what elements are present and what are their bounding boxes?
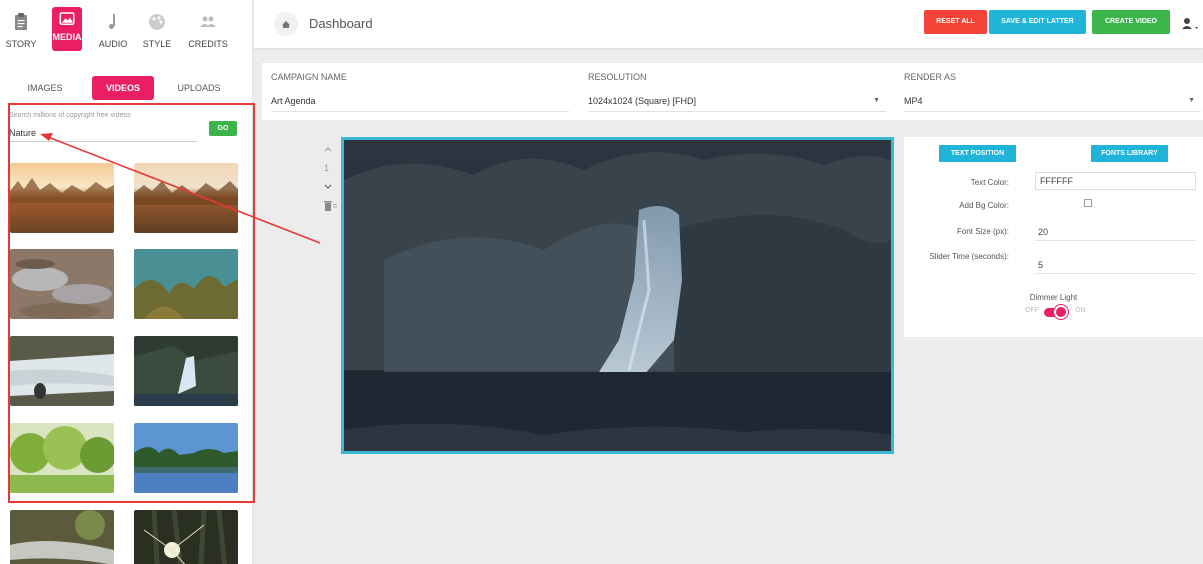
nav-item-style[interactable]: STYLE — [132, 10, 182, 49]
nav-item-credits[interactable]: CREDITS — [183, 10, 233, 49]
clipboard-icon — [15, 13, 27, 30]
reset-all-button[interactable]: RESET ALL — [924, 10, 987, 34]
move-down-button[interactable] — [323, 182, 333, 195]
video-thumbnail[interactable] — [10, 423, 114, 493]
trash-icon — [324, 201, 337, 211]
text-settings-panel: TEXT POSITION FONTS LIBRARY Text Color: … — [904, 137, 1203, 337]
video-thumbnail[interactable] — [10, 249, 114, 319]
search-hint: Search millions of copyright free videos — [9, 112, 131, 119]
music-note-icon — [109, 14, 115, 29]
video-thumbnail[interactable] — [10, 510, 114, 564]
media-tabs: IMAGES VIDEOS UPLOADS — [0, 76, 252, 100]
nav-label-story: STORY — [5, 39, 37, 49]
nav-item-story[interactable]: STORY — [0, 10, 46, 49]
video-thumbnail[interactable] — [10, 163, 114, 233]
fonts-library-button[interactable]: FONTS LIBRARY — [1091, 145, 1168, 162]
page-title: Dashboard — [309, 16, 373, 31]
toggle-knob — [1054, 305, 1068, 319]
home-icon — [282, 21, 290, 28]
video-preview[interactable] — [341, 137, 894, 454]
text-color-label: Text Color: — [970, 178, 1009, 187]
font-size-label: Font Size (px): — [956, 227, 1009, 236]
save-edit-later-button[interactable]: SAVE & EDIT LATTER — [989, 10, 1086, 34]
nav-label-credits: CREDITS — [188, 39, 228, 49]
render-as-select[interactable]: MP4 ▼ — [904, 96, 1201, 112]
video-thumbnail[interactable] — [10, 336, 114, 406]
nav-label-style: STYLE — [142, 39, 172, 49]
video-thumbnail[interactable] — [134, 510, 238, 564]
sidebar: STORY MEDIA AUDIO STYLE CREDITS IMAGES V… — [0, 0, 253, 564]
move-up-button[interactable] — [323, 144, 333, 157]
render-as-group: RENDER AS MP4 ▼ — [904, 72, 1201, 112]
resolution-value: 1024x1024 (Square) [FHD] — [588, 96, 697, 106]
chevron-down-icon — [324, 184, 332, 189]
campaign-settings-card: CAMPAIGN NAME Art Agenda RESOLUTION 1024… — [262, 63, 1203, 120]
top-header: Dashboard RESET ALL SAVE & EDIT LATTER C… — [254, 0, 1203, 48]
video-thumbnail[interactable] — [134, 163, 238, 233]
home-button[interactable] — [274, 12, 298, 36]
tab-uploads[interactable]: UPLOADS — [168, 76, 230, 100]
dimmer-light-label: Dimmer Light — [1029, 293, 1078, 302]
nav-label-audio: AUDIO — [98, 39, 128, 49]
sidebar-nav: STORY MEDIA AUDIO STYLE CREDITS — [0, 0, 252, 60]
go-button[interactable]: GO — [209, 121, 237, 136]
nav-item-audio[interactable]: AUDIO — [88, 10, 138, 49]
toggle-on-label: ON — [1075, 307, 1086, 314]
tab-videos[interactable]: VIDEOS — [92, 76, 154, 100]
dropdown-caret-icon: ▼ — [873, 97, 880, 104]
campaign-name-field[interactable]: Art Agenda — [271, 96, 569, 112]
user-icon[interactable] — [1180, 16, 1200, 32]
campaign-name-label: CAMPAIGN NAME — [271, 72, 347, 82]
slider-time-input[interactable] — [1035, 256, 1196, 274]
resolution-label: RESOLUTION — [588, 72, 647, 82]
image-icon — [59, 12, 75, 25]
resolution-select[interactable]: 1024x1024 (Square) [FHD] ▼ — [588, 96, 886, 112]
create-video-button[interactable]: CREATE VIDEO — [1092, 10, 1170, 34]
video-thumbnail[interactable] — [134, 249, 238, 319]
palette-icon — [149, 14, 165, 30]
video-thumbnail[interactable] — [134, 423, 238, 493]
campaign-name-value: Art Agenda — [271, 96, 316, 106]
resolution-group: RESOLUTION 1024x1024 (Square) [FHD] ▼ — [588, 72, 886, 112]
text-color-input[interactable] — [1035, 172, 1196, 190]
add-bg-color-label: Add Bg Color: — [959, 201, 1009, 210]
video-thumbnail[interactable] — [134, 336, 238, 406]
text-position-button[interactable]: TEXT POSITION — [939, 145, 1016, 162]
tab-images[interactable]: IMAGES — [14, 76, 76, 100]
add-bg-color-checkbox[interactable] — [1084, 199, 1092, 207]
slider-time-label: Slider Time (seconds): — [929, 252, 1009, 261]
nav-label-media: MEDIA — [52, 32, 82, 42]
render-as-value: MP4 — [904, 96, 923, 106]
font-size-input[interactable] — [1035, 223, 1196, 241]
chevron-up-icon — [324, 147, 332, 152]
slide-number: 1 — [324, 163, 330, 173]
toggle-off-label: OFF — [1025, 307, 1039, 314]
render-as-label: RENDER AS — [904, 72, 957, 82]
campaign-name-group: CAMPAIGN NAME Art Agenda — [271, 72, 569, 112]
people-icon — [200, 16, 216, 27]
search-input[interactable] — [9, 124, 197, 142]
dropdown-caret-icon: ▼ — [1188, 97, 1195, 104]
nav-item-media[interactable]: MEDIA — [52, 7, 82, 51]
delete-slide-button[interactable] — [324, 201, 338, 214]
